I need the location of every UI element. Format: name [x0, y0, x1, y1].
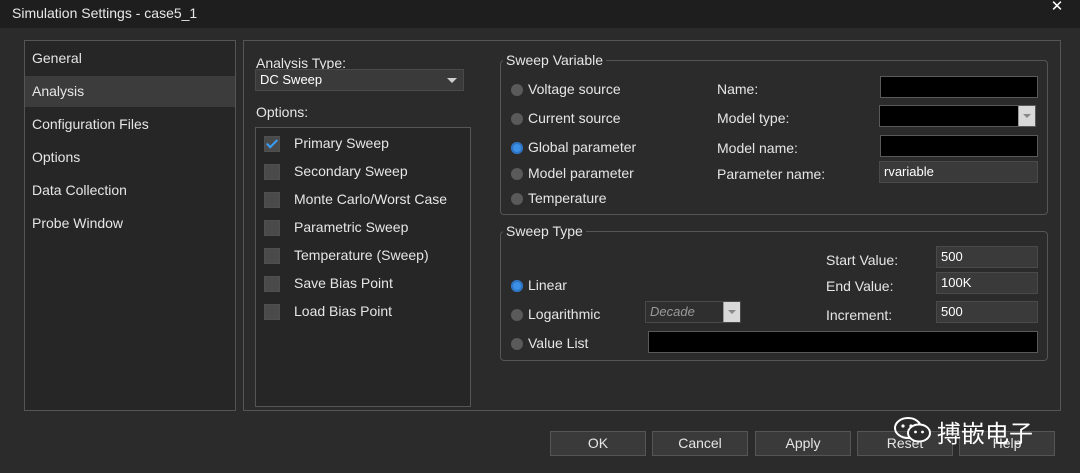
checkbox[interactable]: [264, 276, 280, 292]
options-label: Options:: [256, 104, 309, 120]
close-button[interactable]: ✕: [1048, 0, 1066, 16]
radio-button[interactable]: [511, 338, 523, 350]
checkbox[interactable]: [264, 192, 280, 208]
radio-label: Value List: [528, 335, 589, 351]
radio-button[interactable]: [511, 309, 523, 321]
option-monte-carlo[interactable]: Monte Carlo/Worst Case: [264, 189, 464, 211]
nav-item-configuration-files[interactable]: Configuration Files: [25, 109, 235, 140]
value-list-field[interactable]: [648, 331, 1038, 353]
title-bar: Simulation Settings - case5_1 ✕: [0, 0, 1080, 28]
option-label: Load Bias Point: [294, 303, 393, 319]
option-secondary-sweep[interactable]: Secondary Sweep: [264, 161, 464, 183]
start-value-field[interactable]: 500: [936, 246, 1038, 268]
option-save-bias-point[interactable]: Save Bias Point: [264, 273, 464, 295]
options-list: Primary Sweep Secondary Sweep Monte Carl…: [255, 127, 471, 407]
checkbox[interactable]: [264, 136, 280, 152]
checkbox[interactable]: [264, 220, 280, 236]
radio-label: Global parameter: [528, 139, 637, 155]
name-field[interactable]: [880, 76, 1038, 98]
nav-item-analysis[interactable]: Analysis: [25, 76, 235, 107]
checkbox[interactable]: [264, 164, 280, 180]
checkbox[interactable]: [264, 248, 280, 264]
cancel-button[interactable]: Cancel: [652, 431, 748, 456]
parameter-name-field[interactable]: rvariable: [879, 161, 1038, 183]
option-parametric-sweep[interactable]: Parametric Sweep: [264, 217, 464, 239]
option-label: Monte Carlo/Worst Case: [294, 191, 448, 207]
start-value-label: Start Value:: [826, 252, 899, 268]
sweep-type-title: Sweep Type: [503, 223, 586, 239]
analysis-type-select[interactable]: DC Sweep: [255, 69, 464, 91]
option-load-bias-point[interactable]: Load Bias Point: [264, 301, 464, 323]
radio-label: Temperature: [528, 190, 607, 206]
radio-button-selected[interactable]: [511, 142, 523, 154]
nav-item-options[interactable]: Options: [25, 142, 235, 173]
watermark-text: 搏嵌电子: [937, 420, 1033, 448]
increment-label: Increment:: [826, 307, 893, 323]
parameter-name-label: Parameter name:: [717, 166, 826, 182]
radio-button[interactable]: [511, 84, 523, 96]
increment-field[interactable]: 500: [936, 301, 1038, 323]
nav-item-probe-window[interactable]: Probe Window: [25, 208, 235, 239]
radio-label: Current source: [528, 110, 621, 126]
radio-button-selected[interactable]: [511, 280, 523, 292]
nav-item-general[interactable]: General: [25, 43, 235, 74]
log-scale-combo[interactable]: Decade: [645, 301, 741, 323]
end-value-label: End Value:: [826, 278, 894, 294]
model-type-label: Model type:: [717, 110, 790, 126]
checkmark-icon: [265, 136, 279, 149]
window-title: Simulation Settings - case5_1: [12, 5, 198, 21]
option-primary-sweep[interactable]: Primary Sweep: [264, 133, 464, 155]
close-icon: ✕: [1050, 0, 1064, 15]
option-label: Parametric Sweep: [294, 219, 409, 235]
model-name-label: Model name:: [717, 140, 798, 156]
option-label: Save Bias Point: [294, 275, 393, 291]
radio-label: Voltage source: [528, 81, 621, 97]
chevron-down-icon: [447, 78, 457, 83]
radio-label: Linear: [528, 277, 567, 293]
option-temperature-sweep[interactable]: Temperature (Sweep): [264, 245, 464, 267]
ok-button[interactable]: OK: [550, 431, 646, 456]
radio-label: Logarithmic: [528, 306, 601, 322]
wechat-icon: [894, 417, 931, 443]
model-name-field[interactable]: [880, 135, 1038, 157]
radio-button[interactable]: [511, 168, 523, 180]
chevron-down-icon[interactable]: [723, 302, 740, 322]
chevron-down-icon[interactable]: [1018, 106, 1035, 126]
apply-button[interactable]: Apply: [755, 431, 851, 456]
sweep-variable-title: Sweep Variable: [503, 52, 607, 68]
analysis-type-value: DC Sweep: [260, 72, 323, 87]
end-value-field[interactable]: 100K: [936, 272, 1038, 294]
option-label: Temperature (Sweep): [294, 247, 429, 263]
log-scale-value: Decade: [650, 304, 695, 319]
radio-button[interactable]: [511, 113, 523, 125]
checkbox[interactable]: [264, 304, 280, 320]
name-label: Name:: [717, 81, 759, 97]
watermark: 搏嵌电子: [893, 412, 1053, 448]
nav-item-data-collection[interactable]: Data Collection: [25, 175, 235, 206]
model-type-combo[interactable]: [879, 105, 1036, 127]
radio-label: Model parameter: [528, 165, 634, 181]
option-label: Secondary Sweep: [294, 163, 408, 179]
radio-button[interactable]: [511, 193, 523, 205]
option-label: Primary Sweep: [294, 135, 389, 151]
settings-nav: General Analysis Configuration Files Opt…: [24, 40, 236, 411]
